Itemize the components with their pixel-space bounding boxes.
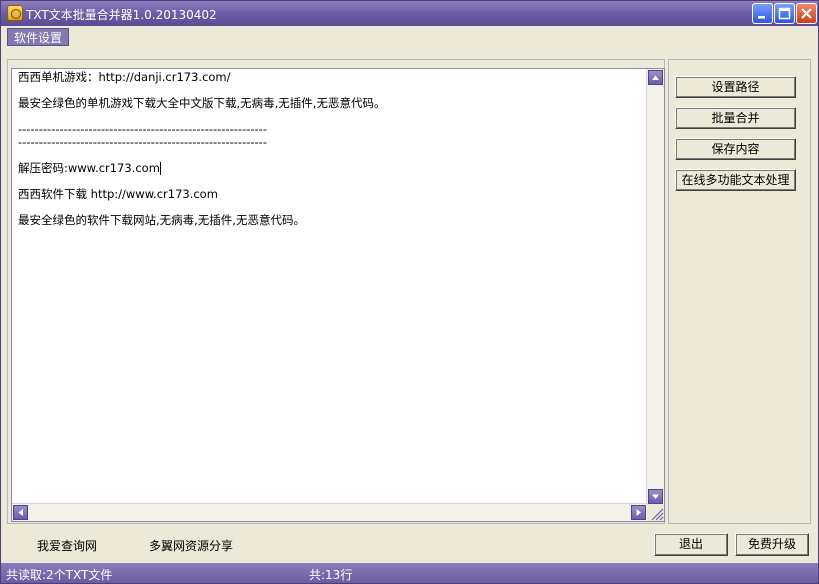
save-content-button[interactable]: 保存内容 xyxy=(675,138,796,160)
vertical-scrollbar[interactable] xyxy=(646,69,664,505)
text-editor[interactable]: 西西单机游戏：http://danji.cr173.com/ 最安全绿色的单机游… xyxy=(11,68,665,522)
scroll-down-button[interactable] xyxy=(648,489,663,504)
arrow-right-icon xyxy=(636,509,641,516)
share-site-link[interactable]: 多翼网资源分享 xyxy=(149,537,233,554)
scroll-right-button[interactable] xyxy=(631,505,646,520)
batch-merge-button[interactable]: 批量合并 xyxy=(675,107,796,129)
query-site-link[interactable]: 我爱查询网 xyxy=(37,537,97,554)
app-icon xyxy=(7,5,23,21)
text-caret xyxy=(159,162,161,175)
text-line: 最安全绿色的软件下载网站,无病毒,无插件,无恶意代码。 xyxy=(18,213,305,227)
text-line: 最安全绿色的单机游戏下载大全中文版下载,无病毒,无插件,无恶意代码。 xyxy=(18,96,386,110)
online-text-processing-button[interactable]: 在线多功能文本处理 xyxy=(675,169,796,191)
maximize-icon xyxy=(778,7,791,20)
text-line: 西西软件下载 http://www.cr173.com xyxy=(18,187,218,201)
scroll-left-button[interactable] xyxy=(13,505,28,520)
upgrade-button[interactable]: 免费升级 xyxy=(735,533,809,556)
menu-bar: 软件设置 xyxy=(1,26,818,48)
minimize-icon xyxy=(758,16,765,19)
arrow-up-icon xyxy=(652,75,659,80)
text-line-content: 解压密码:www.cr173.com xyxy=(18,161,160,175)
text-line: ----------------------------------------… xyxy=(18,135,267,149)
set-path-button[interactable]: 设置路径 xyxy=(675,76,796,98)
horizontal-scrollbar[interactable] xyxy=(12,503,648,521)
scroll-up-button[interactable] xyxy=(648,70,663,85)
close-button[interactable] xyxy=(796,3,817,24)
status-files-read: 共读取:2个TXT文件 xyxy=(6,568,113,582)
text-line: 解压密码:www.cr173.com xyxy=(18,162,638,175)
exit-button[interactable]: 退出 xyxy=(654,533,728,556)
arrow-down-icon xyxy=(652,494,659,499)
status-bar: 共读取:2个TXT文件 共:13行 xyxy=(1,563,818,583)
app-window: TXT文本批量合并器1.0.20130402 软件设置 西西单机游戏：http:… xyxy=(0,0,819,584)
title-bar[interactable]: TXT文本批量合并器1.0.20130402 xyxy=(1,1,818,26)
resize-grip-icon[interactable] xyxy=(647,504,664,521)
close-icon xyxy=(801,8,812,19)
minimize-button[interactable] xyxy=(752,3,773,24)
status-line-count: 共:13行 xyxy=(309,568,353,582)
text-line: 西西单机游戏：http://danji.cr173.com/ xyxy=(18,70,231,84)
maximize-button[interactable] xyxy=(774,3,795,24)
arrow-left-icon xyxy=(18,509,23,516)
editor-content[interactable]: 西西单机游戏：http://danji.cr173.com/ 最安全绿色的单机游… xyxy=(18,71,638,240)
window-title: TXT文本批量合并器1.0.20130402 xyxy=(26,8,217,22)
menu-software-settings[interactable]: 软件设置 xyxy=(7,28,70,46)
